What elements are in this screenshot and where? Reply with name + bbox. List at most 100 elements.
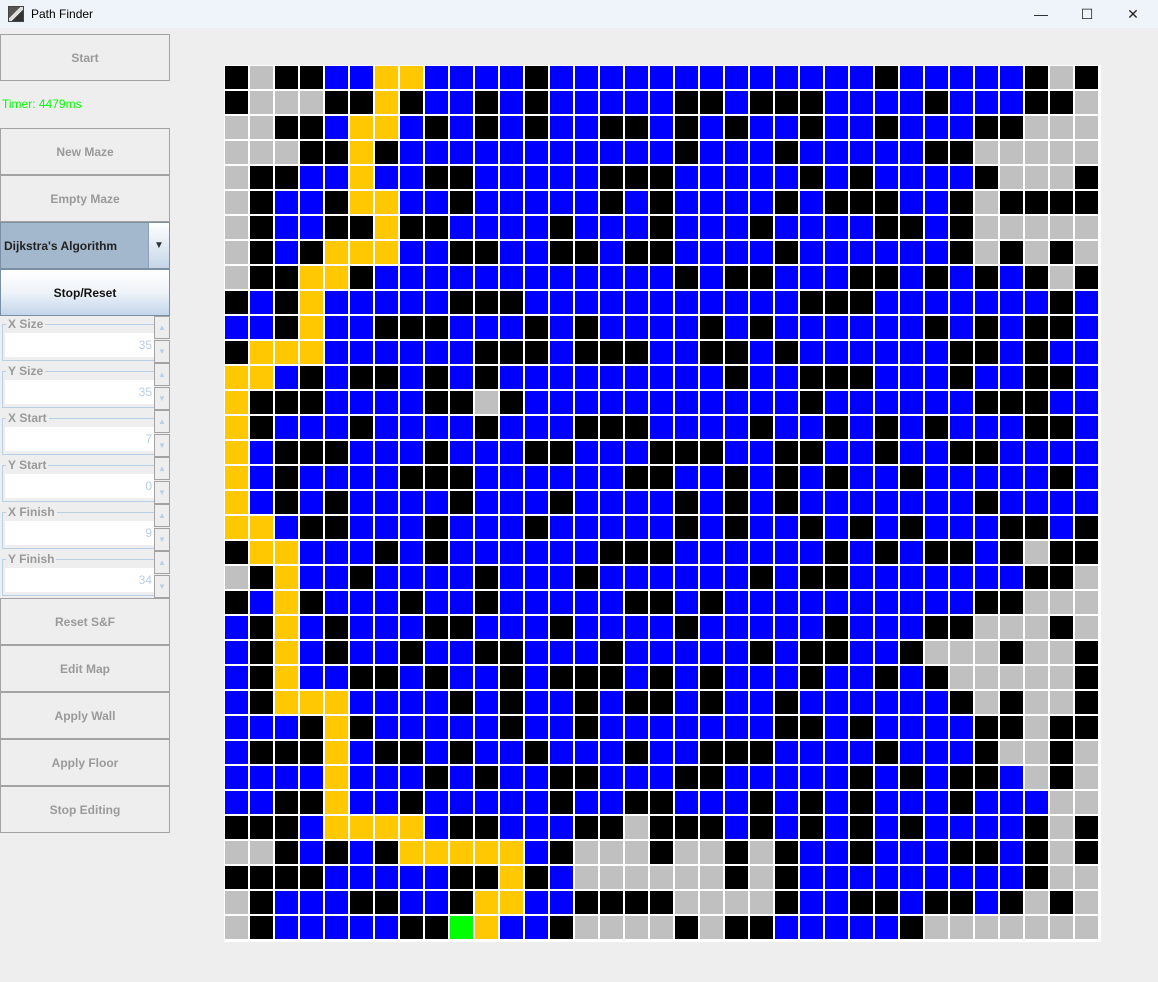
maze-cell-unvisited[interactable] [1050, 66, 1073, 89]
maze-cell-wall[interactable] [275, 441, 298, 464]
maze-cell-visited[interactable] [700, 366, 723, 389]
maze-cell-visited[interactable] [925, 116, 948, 139]
maze-cell-visited[interactable] [350, 541, 373, 564]
maze-cell-unvisited[interactable] [250, 116, 273, 139]
maze-cell-visited[interactable] [925, 216, 948, 239]
maze-cell-visited[interactable] [300, 541, 323, 564]
maze-cell-wall[interactable] [525, 91, 548, 114]
y-size-input[interactable]: 35 [5, 380, 154, 404]
maze-cell-visited[interactable] [275, 241, 298, 264]
maze-cell-visited[interactable] [750, 616, 773, 639]
maze-cell-visited[interactable] [775, 741, 798, 764]
maze-cell-path[interactable] [325, 791, 348, 814]
maze-cell-visited[interactable] [1075, 391, 1098, 414]
maze-cell-visited[interactable] [425, 716, 448, 739]
maze-cell-wall[interactable] [750, 216, 773, 239]
maze-cell-wall[interactable] [1000, 116, 1023, 139]
maze-cell-wall[interactable] [875, 216, 898, 239]
maze-cell-visited[interactable] [550, 341, 573, 364]
maze-cell-unvisited[interactable] [600, 866, 623, 889]
maze-cell-visited[interactable] [825, 441, 848, 464]
maze-cell-visited[interactable] [550, 66, 573, 89]
maze-cell-wall[interactable] [1025, 316, 1048, 339]
maze-cell-visited[interactable] [825, 841, 848, 864]
maze-cell-path[interactable] [325, 716, 348, 739]
maze-cell-visited[interactable] [750, 591, 773, 614]
maze-cell-wall[interactable] [650, 466, 673, 489]
maze-cell-path[interactable] [425, 841, 448, 864]
maze-cell-wall[interactable] [475, 291, 498, 314]
maze-cell-visited[interactable] [450, 666, 473, 689]
maze-cell-visited[interactable] [475, 666, 498, 689]
maze-cell-wall[interactable] [875, 541, 898, 564]
maze-cell-visited[interactable] [525, 266, 548, 289]
maze-cell-wall[interactable] [600, 541, 623, 564]
maze-cell-visited[interactable] [500, 466, 523, 489]
maze-cell-visited[interactable] [900, 116, 923, 139]
maze-cell-visited[interactable] [950, 391, 973, 414]
maze-cell-wall[interactable] [825, 366, 848, 389]
maze-cell-visited[interactable] [400, 191, 423, 214]
maze-cell-visited[interactable] [700, 466, 723, 489]
maze-cell-visited[interactable] [400, 266, 423, 289]
maze-cell-unvisited[interactable] [1025, 241, 1048, 264]
maze-cell-wall[interactable] [475, 766, 498, 789]
maze-cell-visited[interactable] [950, 591, 973, 614]
maze-cell-visited[interactable] [825, 766, 848, 789]
maze-cell-visited[interactable] [575, 66, 598, 89]
maze-cell-wall[interactable] [625, 891, 648, 914]
maze-cell-wall[interactable] [625, 416, 648, 439]
maze-cell-visited[interactable] [925, 716, 948, 739]
maze-cell-visited[interactable] [850, 641, 873, 664]
maze-cell-visited[interactable] [600, 66, 623, 89]
maze-cell-wall[interactable] [450, 241, 473, 264]
maze-cell-visited[interactable] [250, 316, 273, 339]
maze-cell-visited[interactable] [575, 591, 598, 614]
maze-cell-visited[interactable] [475, 141, 498, 164]
maze-cell-visited[interactable] [975, 291, 998, 314]
maze-cell-wall[interactable] [575, 891, 598, 914]
maze-cell-visited[interactable] [725, 666, 748, 689]
maze-cell-visited[interactable] [975, 566, 998, 589]
maze-cell-visited[interactable] [625, 266, 648, 289]
maze-cell-path[interactable] [450, 841, 473, 864]
maze-cell-visited[interactable] [650, 566, 673, 589]
maze-cell-wall[interactable] [250, 666, 273, 689]
maze-cell-visited[interactable] [725, 216, 748, 239]
maze-cell-visited[interactable] [500, 741, 523, 764]
maze-cell-visited[interactable] [500, 91, 523, 114]
maze-cell-wall[interactable] [600, 666, 623, 689]
maze-cell-visited[interactable] [425, 66, 448, 89]
maze-cell-visited[interactable] [850, 391, 873, 414]
maze-cell-wall[interactable] [775, 841, 798, 864]
maze-cell-unvisited[interactable] [1075, 591, 1098, 614]
maze-cell-visited[interactable] [400, 891, 423, 914]
maze-cell-visited[interactable] [550, 291, 573, 314]
maze-cell-visited[interactable] [550, 116, 573, 139]
maze-cell-visited[interactable] [975, 91, 998, 114]
maze-cell-visited[interactable] [700, 391, 723, 414]
maze-cell-unvisited[interactable] [575, 841, 598, 864]
maze-cell-wall[interactable] [675, 266, 698, 289]
maze-cell-unvisited[interactable] [1000, 666, 1023, 689]
maze-cell-visited[interactable] [550, 541, 573, 564]
maze-cell-visited[interactable] [450, 266, 473, 289]
maze-cell-visited[interactable] [1075, 366, 1098, 389]
maze-cell-wall[interactable] [1025, 391, 1048, 414]
maze-cell-wall[interactable] [1025, 841, 1048, 864]
maze-cell-visited[interactable] [775, 641, 798, 664]
maze-cell-wall[interactable] [650, 441, 673, 464]
maze-cell-path[interactable] [350, 191, 373, 214]
maze-cell-visited[interactable] [550, 566, 573, 589]
maze-cell-unvisited[interactable] [1075, 241, 1098, 264]
maze-cell-visited[interactable] [575, 491, 598, 514]
maze-cell-wall[interactable] [1000, 391, 1023, 414]
maze-cell-wall[interactable] [550, 216, 573, 239]
maze-cell-wall[interactable] [475, 591, 498, 614]
maze-cell-visited[interactable] [825, 66, 848, 89]
maze-cell-visited[interactable] [825, 666, 848, 689]
maze-cell-visited[interactable] [1075, 441, 1098, 464]
maze-cell-visited[interactable] [925, 791, 948, 814]
maze-cell-visited[interactable] [300, 641, 323, 664]
maze-cell-wall[interactable] [450, 391, 473, 414]
